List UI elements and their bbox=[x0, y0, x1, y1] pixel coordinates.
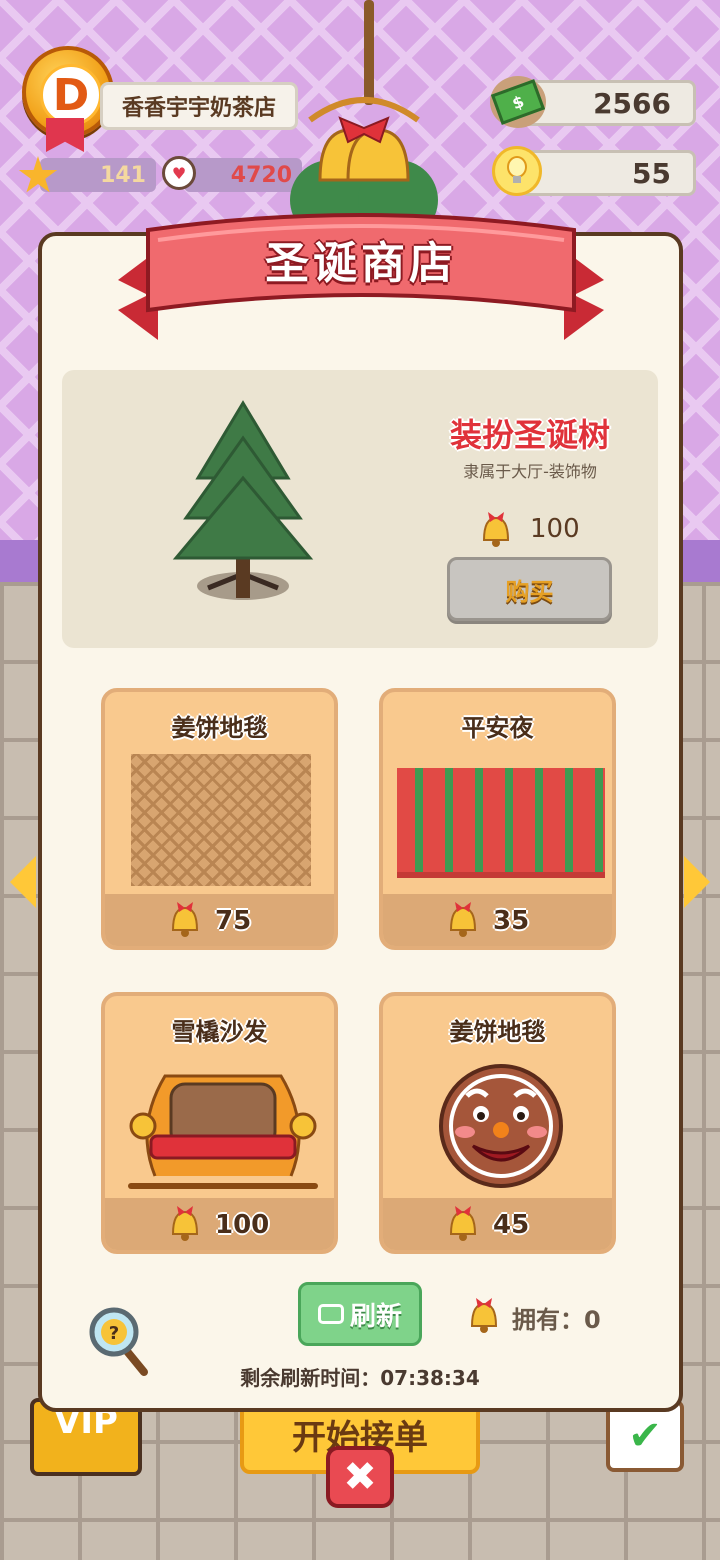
gingerbread-face-icon bbox=[439, 1064, 563, 1188]
refresh-button[interactable]: 刷新 bbox=[298, 1282, 422, 1346]
bell-icon bbox=[449, 1206, 477, 1241]
tv-icon bbox=[317, 1304, 344, 1324]
bell-decoration-icon bbox=[290, 97, 438, 220]
shop-item-card[interactable]: 姜饼地毯 45 bbox=[379, 992, 616, 1254]
item-price: 100 bbox=[215, 1210, 270, 1240]
cash-value: 2566 bbox=[593, 86, 671, 120]
bulb-icon bbox=[492, 146, 542, 196]
stars-counter: 141 bbox=[40, 158, 156, 192]
shop-title: 圣诞商店 bbox=[265, 238, 457, 289]
popularity-counter: 4720 bbox=[184, 158, 302, 192]
item-name: 姜饼地毯 bbox=[171, 714, 268, 742]
bell-icon bbox=[470, 1298, 498, 1333]
shop-item-card[interactable]: 姜饼地毯 75 bbox=[101, 688, 338, 950]
rank-letter: D bbox=[40, 64, 102, 126]
close-icon[interactable]: ✖ bbox=[326, 1446, 394, 1508]
owned-count: 拥有：0 bbox=[512, 1306, 601, 1334]
featured-item-category: 隶属于大厅-装饰物 bbox=[463, 462, 597, 481]
shop-item-card[interactable]: 雪橇沙发 100 bbox=[101, 992, 338, 1254]
angel-icon: ♥ bbox=[162, 156, 196, 190]
popularity-value: 4720 bbox=[230, 162, 292, 188]
item-price: 75 bbox=[215, 906, 252, 936]
bell-icon bbox=[171, 1206, 199, 1241]
gingerbread-rug-icon bbox=[131, 754, 311, 886]
item-price: 45 bbox=[493, 1210, 530, 1240]
magnifier-question-icon[interactable]: ? bbox=[88, 1306, 150, 1378]
arrow-right-icon[interactable] bbox=[684, 856, 710, 908]
cash-icon: $ bbox=[490, 76, 546, 128]
featured-item-price: 100 bbox=[530, 514, 580, 544]
shop-item-card[interactable]: 平安夜 35 bbox=[379, 688, 616, 950]
bell-icon bbox=[482, 512, 510, 547]
item-name: 姜饼地毯 bbox=[449, 1018, 546, 1046]
bell-icon bbox=[171, 902, 199, 937]
featured-item-name: 装扮圣诞树 bbox=[449, 416, 610, 454]
sleigh-sofa-icon bbox=[128, 1074, 318, 1189]
item-name: 雪橇沙发 bbox=[171, 1018, 268, 1046]
item-price: 35 bbox=[493, 906, 530, 936]
item-name: 平安夜 bbox=[461, 714, 534, 742]
shop-name[interactable]: 香香宇宇奶茶店 bbox=[100, 82, 298, 130]
refresh-label: 刷新 bbox=[349, 1301, 402, 1332]
bell-icon bbox=[449, 902, 477, 937]
buy-button[interactable]: 购买 bbox=[447, 557, 612, 621]
ideas-value: 55 bbox=[632, 156, 671, 190]
silent-night-wallpaper-icon bbox=[397, 768, 605, 878]
cash-counter[interactable]: 2566 bbox=[520, 80, 696, 126]
christmas-tree-icon bbox=[172, 400, 314, 600]
arrow-left-icon[interactable] bbox=[10, 856, 36, 908]
svg-text:?: ? bbox=[109, 1323, 119, 1344]
stars-value: 141 bbox=[100, 162, 146, 188]
refresh-timer: 剩余刷新时间：07:38:34 bbox=[240, 1366, 480, 1390]
ideas-counter[interactable]: 55 bbox=[520, 150, 696, 196]
